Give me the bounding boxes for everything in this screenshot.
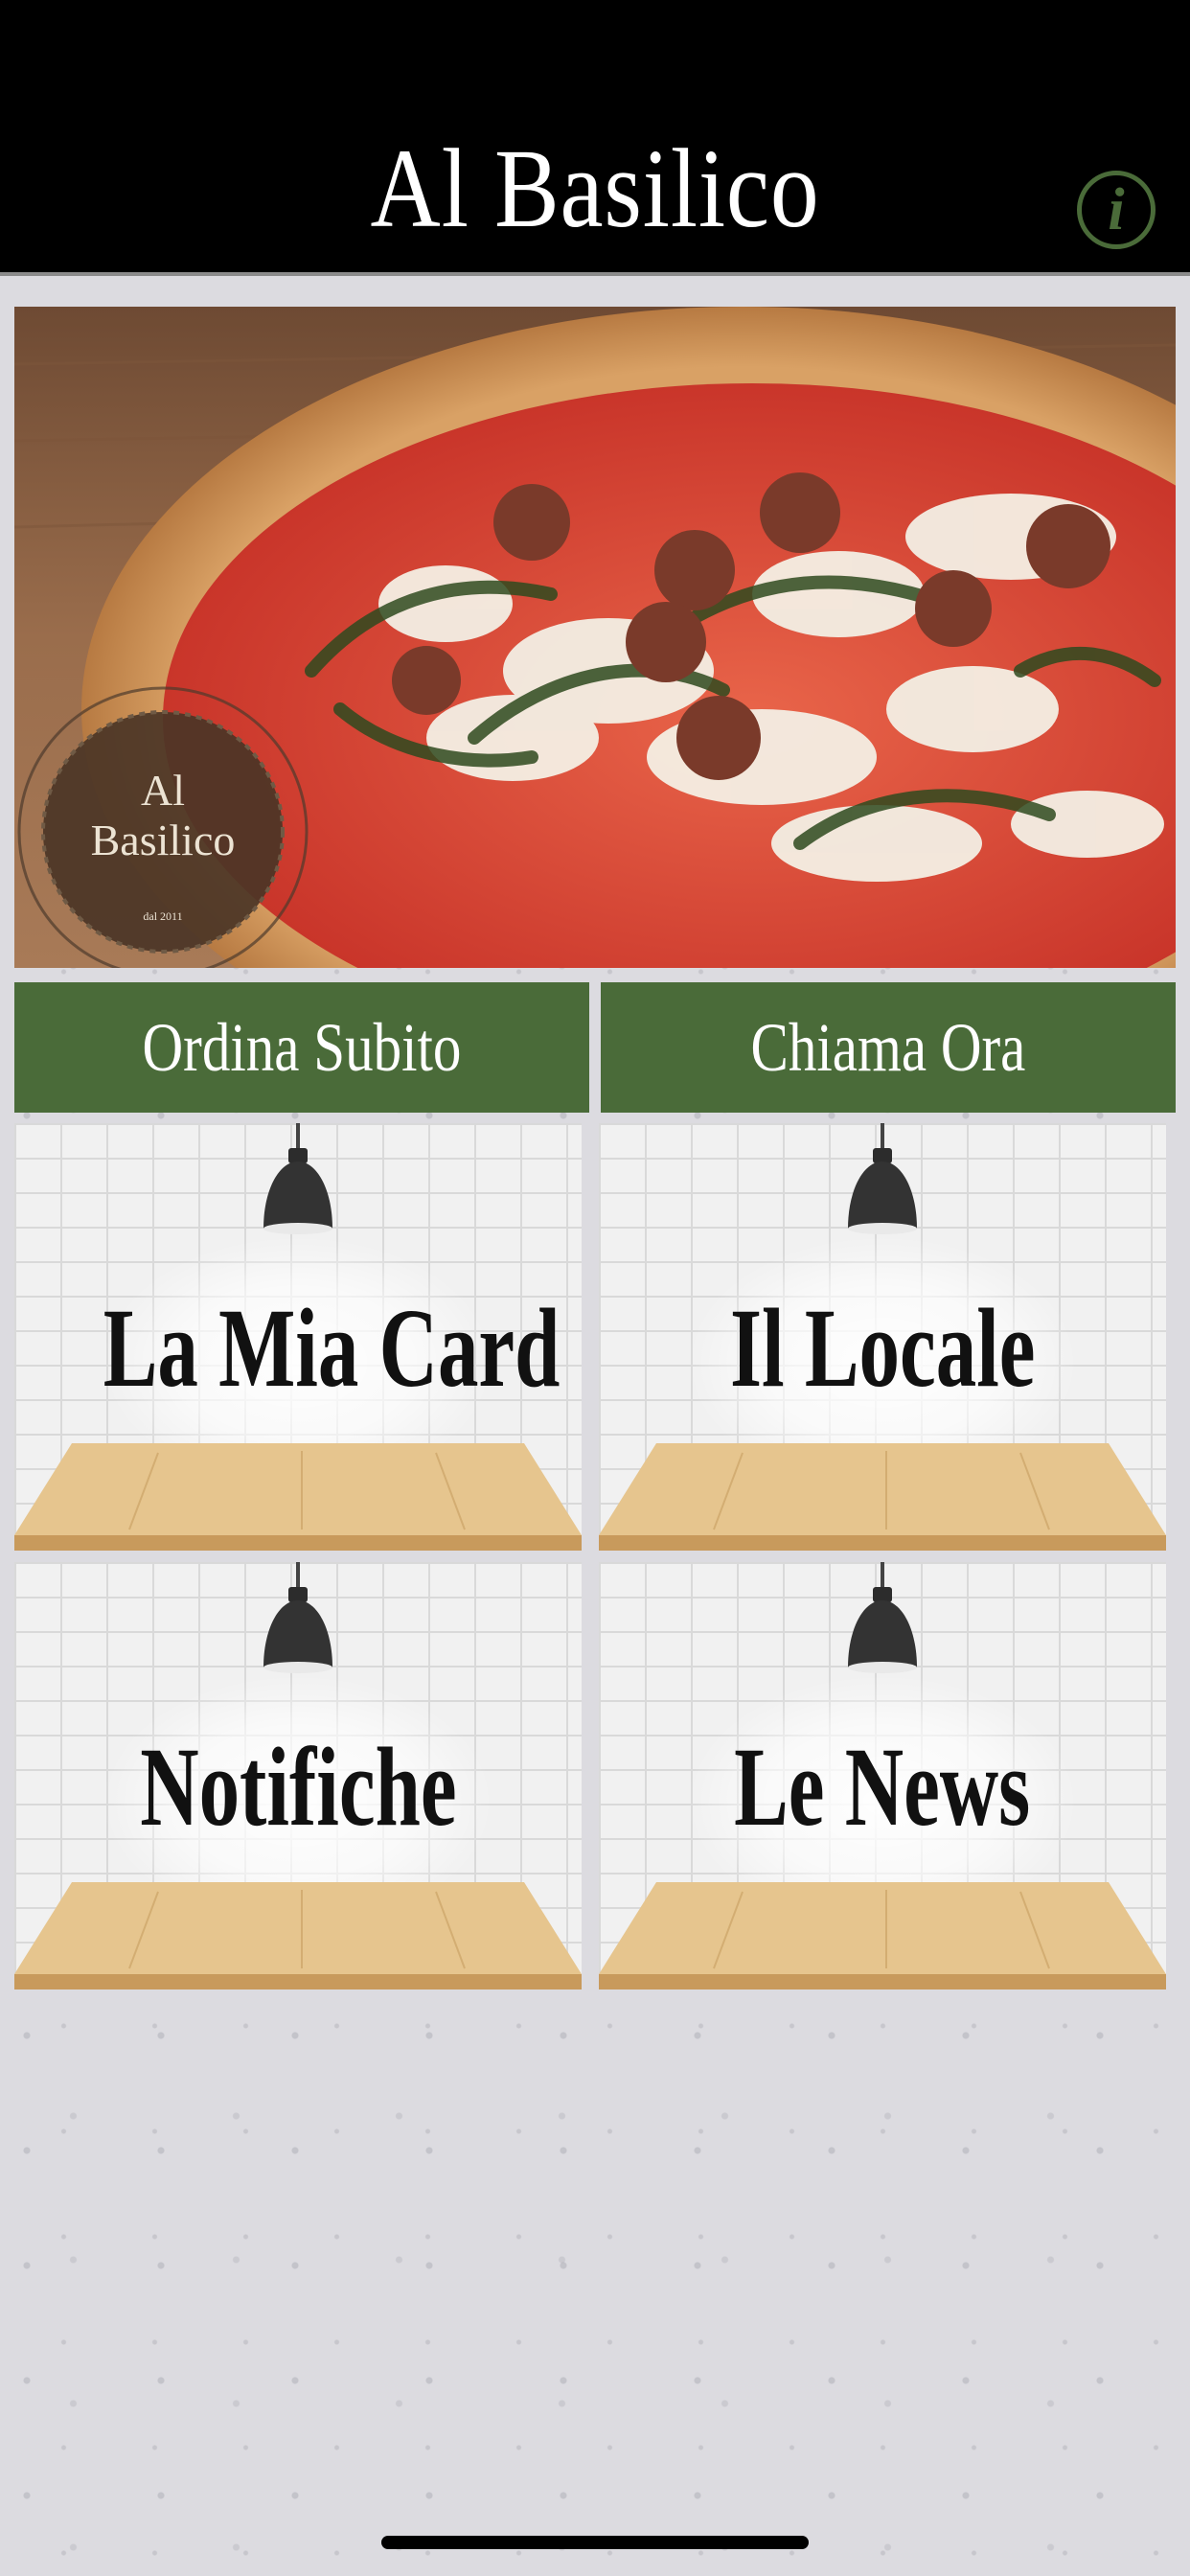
lamp-icon: [848, 1562, 917, 1673]
logo-stamp-est: dal 2011: [143, 909, 182, 923]
tile-notifiche[interactable]: Notifiche: [14, 1562, 582, 1990]
tile-le-news[interactable]: Le News: [599, 1562, 1166, 1990]
shelf-image: [14, 1882, 582, 1990]
shelf-image: [599, 1882, 1166, 1990]
call-now-label: Chiama Ora: [750, 1008, 1026, 1086]
app-header: Al Basilico i: [0, 0, 1190, 276]
lamp-icon: [848, 1123, 917, 1234]
order-now-button[interactable]: Ordina Subito: [14, 982, 589, 1113]
lamp-icon: [263, 1123, 332, 1234]
logo-stamp-line1: Al: [141, 766, 185, 815]
tile-label: Il Locale: [729, 1285, 1036, 1411]
info-button[interactable]: i: [1077, 171, 1156, 249]
shelf-image: [14, 1443, 582, 1551]
tile-label: Le News: [734, 1724, 1031, 1850]
hero-pizza-image: Al Basilico dal 2011: [14, 307, 1176, 968]
tile-label: La Mia Card: [103, 1285, 561, 1411]
order-now-label: Ordina Subito: [142, 1008, 462, 1086]
call-now-button[interactable]: Chiama Ora: [601, 982, 1176, 1113]
info-icon: i: [1108, 177, 1125, 242]
tile-la-mia-card[interactable]: La Mia Card: [14, 1123, 582, 1551]
home-indicator[interactable]: [381, 2536, 809, 2549]
lamp-icon: [263, 1562, 332, 1673]
shelf-image: [599, 1443, 1166, 1551]
tile-il-locale[interactable]: Il Locale: [599, 1123, 1166, 1551]
tile-label: Notifiche: [139, 1724, 457, 1850]
logo-stamp-line2: Basilico: [91, 816, 236, 864]
app-title: Al Basilico: [370, 126, 820, 251]
